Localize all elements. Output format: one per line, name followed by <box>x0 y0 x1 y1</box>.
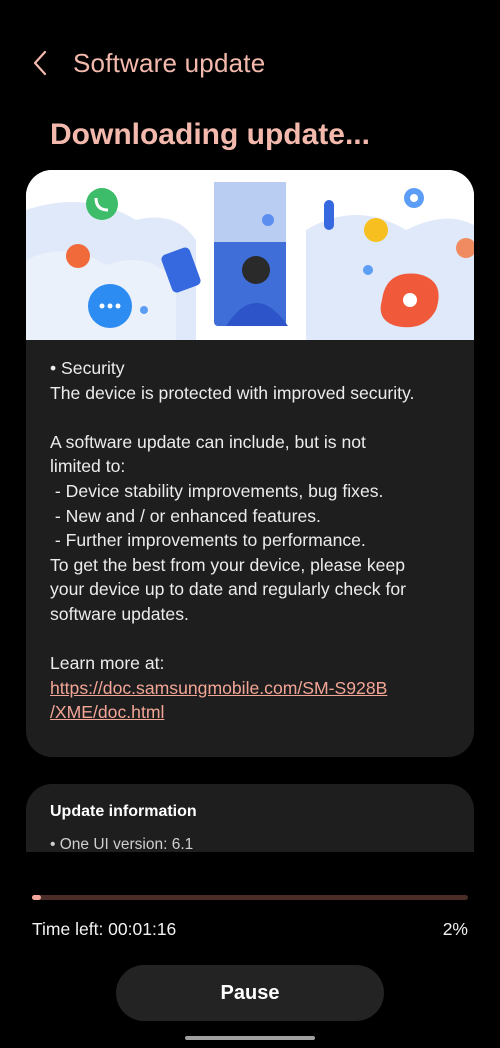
time-left-label: Time left: 00:01:16 <box>32 919 177 939</box>
update-information-card[interactable]: Update information • One UI version: 6.1 <box>26 784 474 852</box>
release-notes-text: • Security The device is protected with … <box>50 356 460 725</box>
learn-more-link-part2[interactable]: /XME/doc.html <box>50 700 460 725</box>
release-note-line: Learn more at: <box>50 653 165 674</box>
download-status-heading: Downloading update... <box>50 118 370 151</box>
release-note-line: To get the best from your device, please… <box>50 554 406 575</box>
release-note-line: software updates. <box>50 603 189 624</box>
release-note-line: limited to: <box>50 456 126 477</box>
home-indicator <box>185 1036 315 1040</box>
release-notes-card[interactable]: • Security The device is protected with … <box>26 170 474 757</box>
release-note-line: • Security <box>50 358 125 378</box>
release-note-line: - New and / or enhanced features. <box>50 505 321 526</box>
page-title: Software update <box>73 48 266 78</box>
chat-bubble-icon <box>88 284 132 328</box>
progress-fill <box>32 895 41 900</box>
back-arrow-icon[interactable] <box>26 48 56 78</box>
update-information-title: Update information <box>50 803 197 820</box>
release-note-line: The device is protected with improved se… <box>50 382 415 403</box>
update-illustration <box>26 170 474 340</box>
app-header: Software update <box>0 40 500 88</box>
one-ui-version: • One UI version: 6.1 <box>50 836 194 852</box>
phone-icon <box>86 188 118 220</box>
progress-percent: 2% <box>442 919 468 939</box>
release-note-line: - Further improvements to performance. <box>50 530 366 551</box>
settings-icon <box>404 188 424 208</box>
learn-more-link-part1[interactable]: https://doc.samsungmobile.com/SM-S928B <box>50 676 460 701</box>
release-note-line: A software update can include, but is no… <box>50 431 366 452</box>
release-note-line: - Device stability improvements, bug fix… <box>50 480 384 501</box>
pause-button[interactable]: Pause <box>116 965 384 1021</box>
download-progress-bar <box>32 895 468 900</box>
release-note-line: your device up to date and regularly che… <box>50 579 406 600</box>
